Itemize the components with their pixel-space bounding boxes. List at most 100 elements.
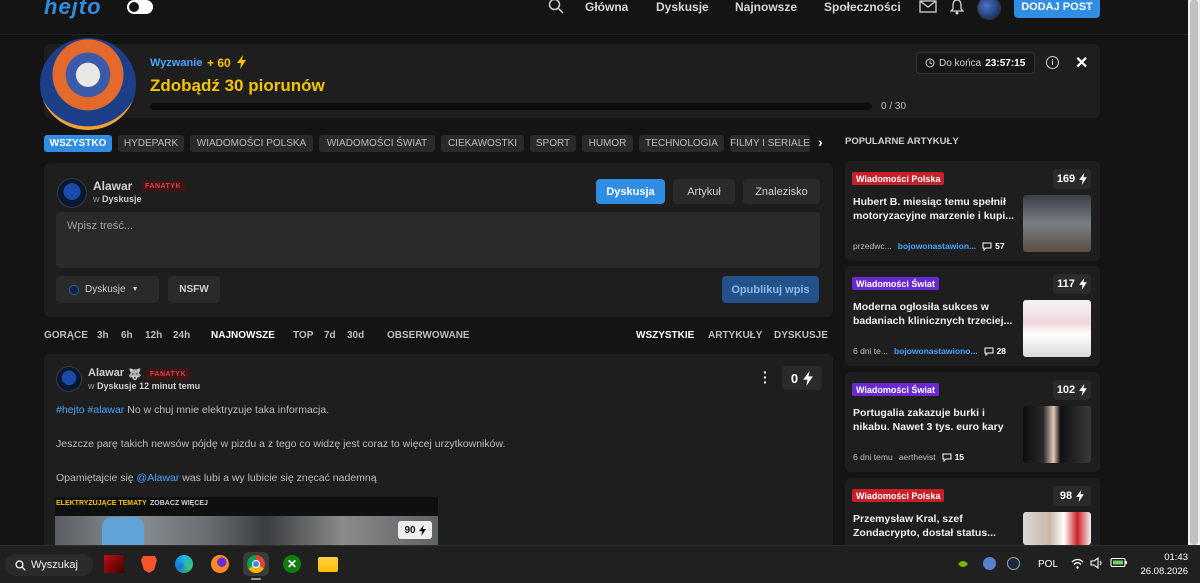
category-news-world[interactable]: WIADOMOŚCI ŚWIAT bbox=[319, 135, 435, 152]
system-clock[interactable]: 01:43 26.08.2026 bbox=[1138, 551, 1188, 579]
category-all[interactable]: WSZYSTKO bbox=[44, 135, 112, 152]
sort-top[interactable]: TOP bbox=[293, 330, 313, 341]
sort-7d[interactable]: 7d bbox=[324, 330, 336, 341]
tag-hejto[interactable]: #hejto bbox=[56, 404, 85, 416]
wolf-icon: 🐺 bbox=[128, 369, 142, 381]
page-scrollbar[interactable] bbox=[1188, 0, 1200, 545]
category-technology[interactable]: TECHNOLOGIA bbox=[639, 135, 724, 152]
taskbar-search[interactable]: Wyszukaj bbox=[5, 554, 93, 576]
article-title[interactable]: Hubert B. miesiąc temu spełnił motoryzac… bbox=[853, 195, 1018, 223]
article-votes[interactable]: 98 bbox=[1053, 486, 1091, 506]
article-time: 6 dni te... bbox=[853, 346, 888, 356]
scrollbar-thumb[interactable] bbox=[1190, 0, 1198, 545]
more-options-icon[interactable]: · · · bbox=[763, 365, 768, 389]
article-votes[interactable]: 169 bbox=[1053, 169, 1091, 189]
article-thumbnail[interactable] bbox=[1023, 512, 1091, 545]
embed-see-more[interactable]: ZOBACZ WIĘCEJ bbox=[150, 500, 208, 507]
article-votes[interactable]: 102 bbox=[1053, 380, 1091, 400]
article-thumbnail[interactable] bbox=[1023, 195, 1091, 252]
challenge-points: + 60 bbox=[207, 56, 231, 70]
sort-hot[interactable]: GORĄCE bbox=[44, 330, 88, 341]
article-author[interactable]: bojowonastawion... bbox=[898, 241, 976, 251]
article-vote-count: 102 bbox=[1056, 384, 1076, 396]
taskbar-brave-icon[interactable] bbox=[136, 552, 162, 576]
close-icon[interactable]: ✕ bbox=[1075, 53, 1088, 73]
battery-icon[interactable] bbox=[1110, 557, 1128, 568]
article-title[interactable]: Portugalia zakazuje burki i nikabu. Nawe… bbox=[853, 406, 1018, 434]
taskbar-chrome-icon[interactable] bbox=[243, 552, 269, 580]
category-news-poland[interactable]: WIADOMOŚCI POLSKA bbox=[190, 135, 313, 152]
post-author-avatar[interactable] bbox=[56, 366, 82, 392]
article-author[interactable]: aerthevist bbox=[899, 452, 936, 462]
sort-3h[interactable]: 3h bbox=[97, 330, 109, 341]
gpu-tray-icon[interactable] bbox=[957, 558, 969, 570]
article-title[interactable]: Moderna ogłosiła sukces w badaniach klin… bbox=[853, 300, 1018, 328]
steam-tray-icon[interactable] bbox=[1007, 557, 1020, 570]
nav-link-home[interactable]: Główna bbox=[585, 0, 628, 14]
lightning-icon bbox=[1079, 278, 1087, 290]
filter-discussions[interactable]: DYSKUSJE bbox=[774, 330, 828, 341]
post-author-name[interactable]: Alawar bbox=[88, 367, 124, 379]
mail-icon[interactable] bbox=[919, 0, 937, 13]
sort-30d[interactable]: 30d bbox=[347, 330, 364, 341]
taskbar-app-game-icon[interactable] bbox=[101, 552, 127, 576]
type-discussion-button[interactable]: Dyskusja bbox=[596, 179, 665, 204]
comment-icon bbox=[942, 453, 952, 462]
type-link-button[interactable]: Znalezisko bbox=[743, 179, 820, 204]
challenge-timer: Do końca 23:57:15 bbox=[916, 52, 1035, 74]
bell-icon[interactable] bbox=[950, 0, 964, 15]
composer-avatar bbox=[57, 178, 87, 208]
mention-alawar[interactable]: @Alawar bbox=[137, 472, 180, 484]
clock-date: 26.08.2026 bbox=[1140, 566, 1188, 577]
filter-articles[interactable]: ARTYKUŁY bbox=[708, 330, 762, 341]
volume-icon[interactable] bbox=[1090, 557, 1104, 569]
nav-link-discussions[interactable]: Dyskusje bbox=[656, 0, 709, 14]
article-votes[interactable]: 117 bbox=[1053, 274, 1091, 294]
article-comment-count: 28 bbox=[996, 346, 1007, 356]
sort-6h[interactable]: 6h bbox=[121, 330, 133, 341]
category-humor[interactable]: HUMOR bbox=[582, 135, 633, 152]
user-avatar[interactable] bbox=[977, 0, 1001, 20]
category-hydepark[interactable]: HYDEPARK bbox=[118, 135, 184, 152]
embed-vote-badge[interactable]: 90 bbox=[398, 521, 432, 539]
filter-all[interactable]: WSZYSTKIE bbox=[636, 330, 694, 341]
add-post-button[interactable]: DODAJ POST bbox=[1014, 0, 1100, 18]
sort-newest[interactable]: NAJNOWSZE bbox=[211, 330, 275, 341]
taskbar-edge-icon[interactable] bbox=[171, 552, 197, 576]
taskbar-firefox-icon[interactable] bbox=[207, 552, 233, 576]
nav-link-communities[interactable]: Społeczności bbox=[824, 0, 901, 14]
sort-12h[interactable]: 12h bbox=[145, 330, 162, 341]
tag-alawar[interactable]: #alawar bbox=[88, 404, 125, 416]
wifi-icon[interactable] bbox=[1071, 558, 1084, 569]
composer-username[interactable]: Alawar bbox=[93, 179, 132, 193]
post-vote-button[interactable]: 0 bbox=[782, 366, 822, 390]
nsfw-toggle[interactable]: NSFW bbox=[168, 276, 220, 303]
post-time: 12 minut temu bbox=[139, 381, 201, 391]
article-author[interactable]: bojowonastawiono... bbox=[894, 346, 978, 356]
hejto-logo[interactable]: hejto bbox=[44, 0, 102, 20]
article-thumbnail[interactable] bbox=[1023, 300, 1091, 357]
community-select[interactable]: Dyskusje ▼ bbox=[56, 276, 159, 303]
post-community[interactable]: Dyskusje bbox=[97, 381, 137, 391]
article-thumbnail[interactable] bbox=[1023, 406, 1091, 463]
publish-button[interactable]: Opublikuj wpis bbox=[722, 276, 819, 303]
category-curiosities[interactable]: CIEKAWOSTKI bbox=[441, 135, 524, 152]
type-article-button[interactable]: Artykuł bbox=[673, 179, 735, 204]
taskbar-xbox-icon[interactable]: ✕ bbox=[279, 552, 305, 576]
language-indicator[interactable]: POL bbox=[1038, 559, 1058, 570]
search-icon[interactable] bbox=[548, 0, 564, 14]
info-icon[interactable]: i bbox=[1046, 56, 1059, 69]
taskbar-explorer-icon[interactable] bbox=[315, 552, 341, 576]
theme-toggle[interactable] bbox=[127, 0, 153, 14]
category-sport[interactable]: SPORT bbox=[530, 135, 576, 152]
theme-toggle-knob bbox=[129, 2, 139, 12]
post-content-input[interactable]: Wpisz treść... bbox=[56, 212, 820, 268]
network-tray-icon[interactable] bbox=[983, 557, 996, 570]
nav-link-newest[interactable]: Najnowsze bbox=[735, 0, 797, 14]
sort-observed[interactable]: OBSERWOWANE bbox=[387, 330, 470, 341]
category-films-series[interactable]: FILMY I SERIALE bbox=[730, 135, 810, 152]
article-title[interactable]: Przemysław Kral, szef Zondacrypto, dosta… bbox=[853, 512, 1018, 540]
post-meta: w Dyskusje 12 minut temu bbox=[88, 381, 200, 391]
sort-24h[interactable]: 24h bbox=[173, 330, 190, 341]
chevron-right-icon[interactable]: › bbox=[818, 134, 823, 150]
